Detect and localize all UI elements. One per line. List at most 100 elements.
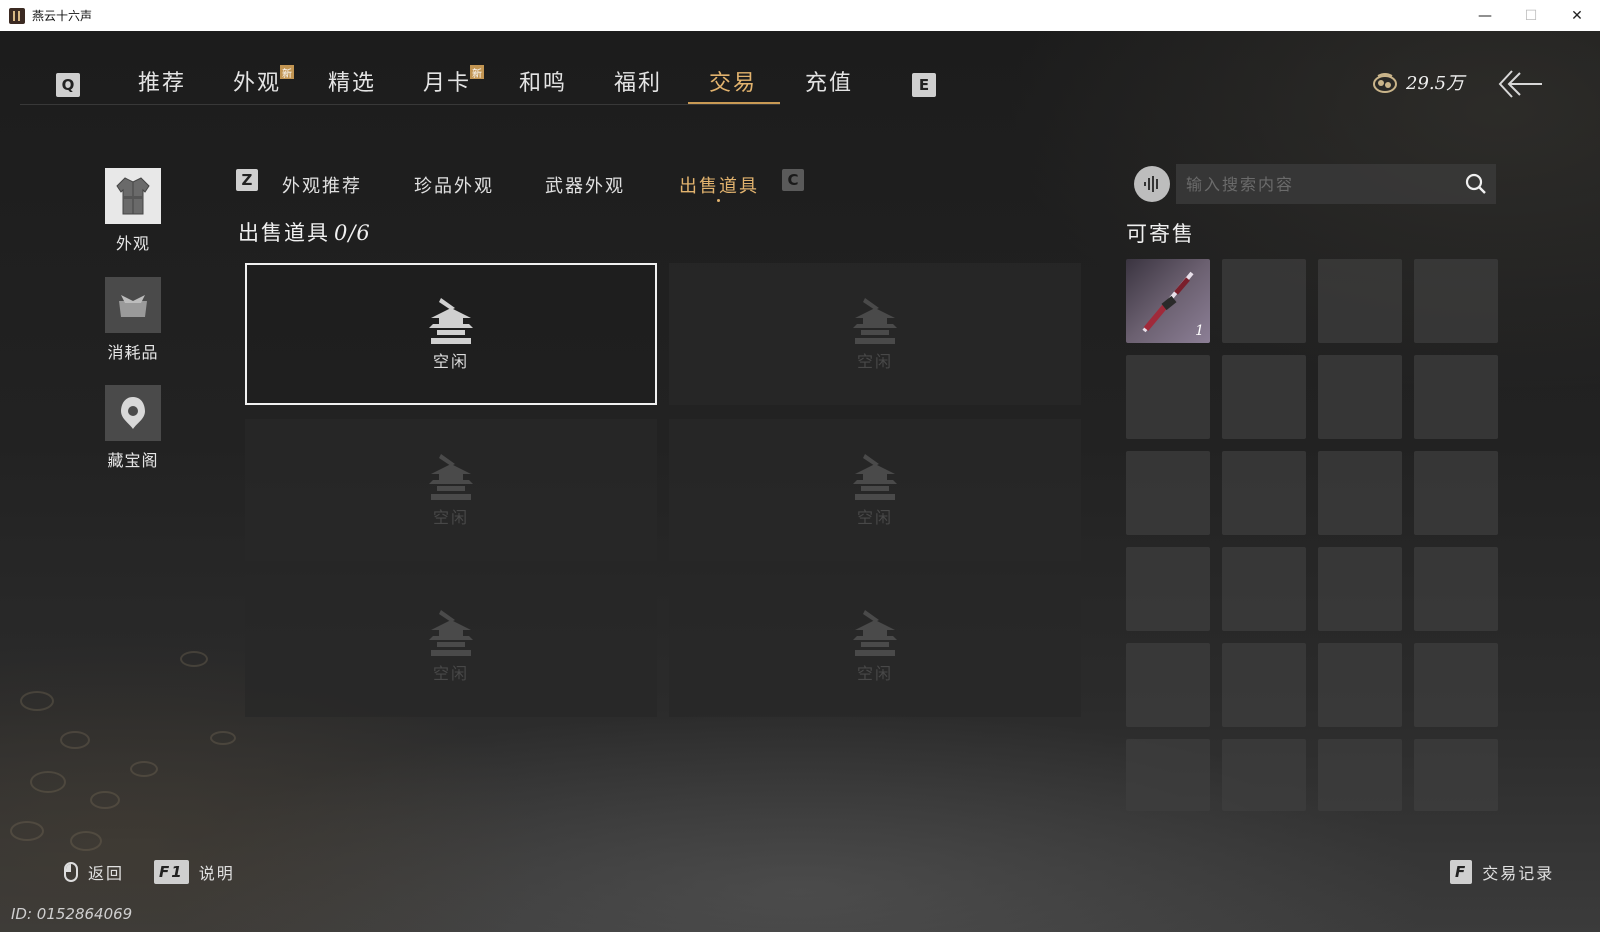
window-titlebar: 燕云十六声 — ☐ ✕ <box>0 0 1600 31</box>
help-key: F1 <box>154 860 189 884</box>
sale-slot[interactable]: 空闲 <box>245 419 657 561</box>
tab-trade[interactable]: 交易 <box>709 65 757 97</box>
back-hint[interactable]: 返回 <box>64 860 124 884</box>
inventory-slot[interactable] <box>1414 643 1498 727</box>
coin-decoration <box>60 731 90 749</box>
coin-decoration <box>10 821 44 841</box>
subtab-sell-items[interactable]: 出售道具 <box>679 172 759 198</box>
help-hint[interactable]: F1 说明 <box>154 860 235 884</box>
sale-slot[interactable]: 空闲 <box>669 575 1081 717</box>
coin-decoration <box>130 761 158 777</box>
new-badge: 新 <box>280 65 294 80</box>
app-icon <box>9 7 25 24</box>
item-quantity: 1 <box>1195 323 1204 339</box>
pavilion-icon <box>429 298 473 344</box>
next-tab-key[interactable]: E <box>912 73 936 97</box>
minimize-button[interactable]: — <box>1462 0 1508 31</box>
sale-slot[interactable]: 空闲 <box>669 419 1081 561</box>
sidenav-item-consumables[interactable]: 消耗品 <box>104 277 162 363</box>
back-arrow-icon[interactable] <box>1498 67 1542 101</box>
inventory-slot[interactable] <box>1126 547 1210 631</box>
inventory-slot[interactable] <box>1222 547 1306 631</box>
coin-decoration <box>90 791 120 809</box>
inventory-slot[interactable] <box>1222 259 1306 343</box>
help-label: 说明 <box>198 864 235 883</box>
subtab-appearance-recommend[interactable]: 外观推荐 <box>282 172 362 198</box>
trade-record-hint[interactable]: F 交易记录 <box>1450 860 1554 884</box>
slot-status: 空闲 <box>432 352 469 371</box>
sale-title: 出售道具 <box>238 221 330 245</box>
tab-recommend[interactable]: 推荐 <box>138 65 186 97</box>
maximize-button[interactable]: ☐ <box>1508 0 1554 31</box>
inventory-slot[interactable] <box>1318 739 1402 811</box>
pavilion-icon <box>429 610 473 656</box>
coin-decoration <box>180 651 208 667</box>
currency-display: 29.5万 <box>1372 69 1464 95</box>
prev-subtab-key[interactable]: Z <box>236 169 258 191</box>
tab-featured[interactable]: 精选 <box>328 65 376 97</box>
prev-tab-key[interactable]: Q <box>56 73 80 97</box>
inventory-slot[interactable] <box>1126 739 1210 811</box>
inventory-slot[interactable] <box>1414 259 1498 343</box>
inventory-slot[interactable] <box>1222 739 1306 811</box>
inventory-slot[interactable] <box>1126 451 1210 535</box>
inventory-slot[interactable] <box>1318 259 1402 343</box>
pouch-icon <box>105 277 161 333</box>
pavilion-icon <box>853 454 897 500</box>
subtab-rare-appearance[interactable]: 珍品外观 <box>414 172 494 198</box>
inventory-slot[interactable] <box>1126 355 1210 439</box>
back-label: 返回 <box>88 864 125 883</box>
tab-appearance[interactable]: 外观 <box>233 65 281 97</box>
coin-decoration <box>210 731 236 745</box>
subtab-weapon-appearance[interactable]: 武器外观 <box>545 172 625 198</box>
tab-harmony[interactable]: 和鸣 <box>519 65 567 97</box>
coin-decoration <box>30 771 66 793</box>
tab-recharge[interactable]: 充值 <box>805 65 853 97</box>
trade-record-label: 交易记录 <box>1482 864 1555 883</box>
coin-decoration <box>70 831 102 851</box>
inventory-slot[interactable] <box>1318 643 1402 727</box>
trade-record-key: F <box>1450 860 1473 884</box>
inventory-slot[interactable] <box>1414 355 1498 439</box>
sale-section-title: 出售道具 0/6 <box>238 217 371 247</box>
inventory-slot[interactable] <box>1414 451 1498 535</box>
sidenav-item-appearance[interactable]: 外观 <box>104 168 162 254</box>
currency-amount: 29.5万 <box>1406 73 1465 94</box>
sale-slot[interactable]: 空闲 <box>245 575 657 717</box>
slot-status: 空闲 <box>432 664 469 683</box>
window-controls: — ☐ ✕ <box>1462 0 1600 31</box>
tab-monthly-card[interactable]: 月卡 <box>423 65 471 97</box>
sidenav-item-treasure[interactable]: 藏宝阁 <box>104 385 162 471</box>
top-navigation: Q 推荐 外观 新 精选 月卡 新 和鸣 福利 交易 充值 E 29.5万 <box>0 31 1600 106</box>
robe-icon <box>105 168 161 224</box>
mouse-icon <box>64 862 78 882</box>
slot-status: 空闲 <box>856 664 893 683</box>
sidenav-label: 消耗品 <box>107 343 159 362</box>
inventory-slot[interactable] <box>1126 643 1210 727</box>
inventory-slot[interactable] <box>1222 451 1306 535</box>
user-id: ID: 0152864069 <box>11 905 133 923</box>
pavilion-icon <box>853 298 897 344</box>
active-subtab-indicator <box>717 199 720 202</box>
next-subtab-key[interactable]: C <box>782 169 804 191</box>
inventory-slot[interactable] <box>1318 451 1402 535</box>
game-screen: Q 推荐 外观 新 精选 月卡 新 和鸣 福利 交易 充值 E 29.5万 外观… <box>0 31 1600 932</box>
search-input[interactable] <box>1176 174 1456 194</box>
inventory-slot[interactable] <box>1318 547 1402 631</box>
sale-slot[interactable]: 空闲 <box>669 263 1081 405</box>
search-bar <box>1176 164 1496 204</box>
inventory-slot[interactable] <box>1222 355 1306 439</box>
window-title: 燕云十六声 <box>32 9 93 23</box>
sale-slot[interactable]: 空闲 <box>245 263 657 405</box>
inventory-slot[interactable] <box>1222 643 1306 727</box>
search-icon[interactable] <box>1456 164 1496 204</box>
close-button[interactable]: ✕ <box>1554 0 1600 31</box>
pavilion-icon <box>429 454 473 500</box>
tab-welfare[interactable]: 福利 <box>614 65 662 97</box>
inventory-slot[interactable] <box>1414 739 1498 811</box>
voice-search-button[interactable] <box>1134 166 1170 202</box>
inventory-item-weapon[interactable]: 1 <box>1126 259 1210 343</box>
sidenav-label: 藏宝阁 <box>107 451 159 470</box>
inventory-slot[interactable] <box>1414 547 1498 631</box>
inventory-slot[interactable] <box>1318 355 1402 439</box>
